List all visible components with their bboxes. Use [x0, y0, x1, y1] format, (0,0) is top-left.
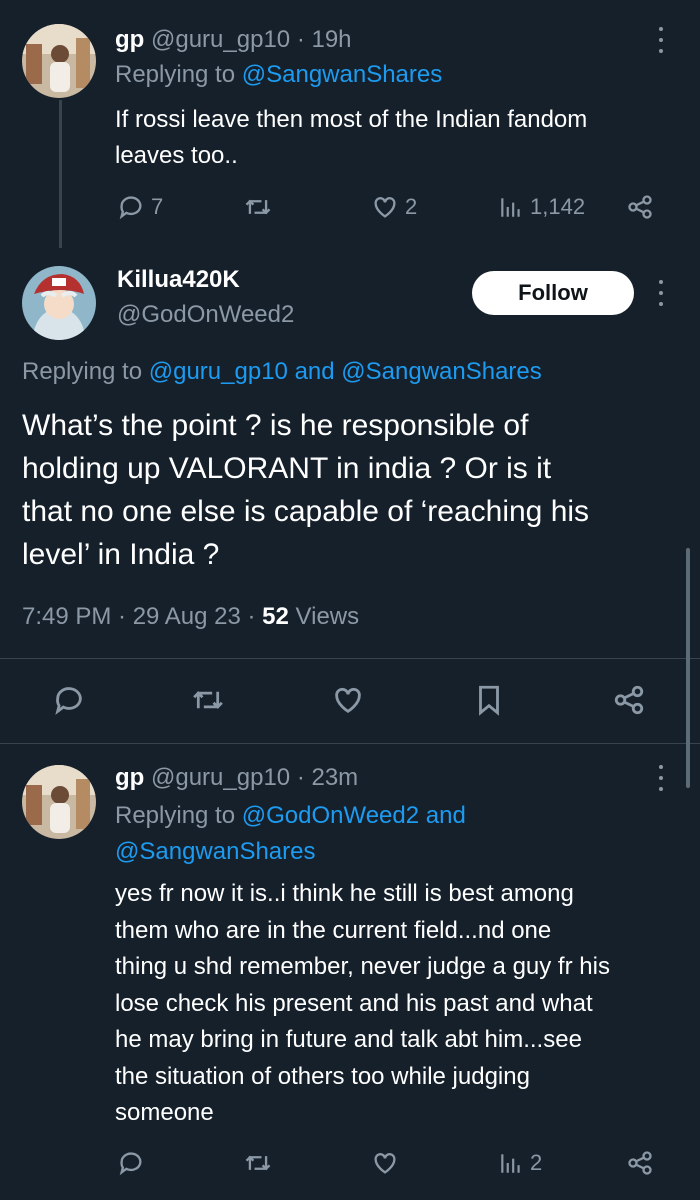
mention-link[interactable]: @SangwanShares — [115, 838, 315, 865]
divider — [0, 743, 700, 744]
mention-link[interactable]: @SangwanShares — [242, 61, 442, 88]
views-icon — [501, 198, 520, 217]
replying-to: Replying to @guru_gp10 and @SangwanShare… — [22, 358, 542, 386]
tweet-text-line: yes fr now it is..i think he still is be… — [115, 880, 574, 907]
scrollbar[interactable] — [686, 548, 690, 788]
mention-link[interactable]: @SangwanShares — [341, 358, 541, 385]
replying-label: Replying to — [22, 358, 143, 385]
like-button[interactable] — [331, 683, 365, 717]
reply-icon — [55, 687, 82, 715]
share-button[interactable] — [612, 683, 646, 717]
replying-to: Replying to @SangwanShares — [115, 61, 442, 89]
tweet-header: gp @guru_gp10 · 23m — [115, 764, 358, 792]
bookmark-button[interactable] — [472, 683, 506, 717]
retweet-button[interactable] — [243, 1149, 273, 1177]
views-icon — [501, 1154, 520, 1173]
like-icon — [335, 687, 361, 714]
avatar-gp[interactable] — [22, 24, 96, 98]
views-label: Views — [295, 603, 360, 630]
tweet-text-line: What’s the point ? is he responsible of — [22, 409, 529, 442]
tweet-meta: 7:49 PM · 29 Aug 23 · 52 Views — [22, 603, 359, 631]
mention-and[interactable]: and — [295, 358, 335, 385]
more-icon[interactable] — [657, 765, 665, 791]
tweet-text-line: If rossi leave then most of the Indian f… — [115, 106, 588, 133]
tweet-text-line: someone — [115, 1099, 214, 1126]
avatar-killua[interactable] — [22, 266, 96, 340]
share-icon — [614, 685, 644, 715]
reply-button[interactable] — [117, 1149, 145, 1177]
mention-and[interactable]: and — [426, 802, 466, 829]
reply-icon — [119, 196, 142, 220]
display-name[interactable]: Killua420K — [117, 266, 240, 294]
user-handle[interactable]: @guru_gp10 — [151, 764, 290, 791]
views-count: 52 — [262, 603, 289, 630]
replying-label: Replying to — [115, 61, 236, 88]
display-name[interactable]: gp — [115, 26, 144, 53]
tweet-text: yes fr now it is..i think he still is be… — [115, 876, 610, 1132]
thread-line — [59, 100, 62, 248]
views-count: 2 — [530, 1150, 543, 1175]
more-icon[interactable] — [657, 280, 665, 306]
tweet-timestamp[interactable]: 7:49 PM · 29 Aug 23 · — [22, 603, 255, 630]
tweet-text-line: them who are in the current field...nd o… — [115, 916, 552, 944]
like-icon — [374, 1153, 396, 1174]
share-button[interactable] — [626, 1149, 654, 1177]
share-icon — [628, 1151, 652, 1175]
like-button[interactable]: 2 — [371, 193, 417, 221]
timestamp[interactable]: · 19h — [297, 26, 352, 53]
like-count: 2 — [405, 194, 418, 219]
timestamp[interactable]: · 23m — [297, 764, 358, 791]
share-icon — [628, 195, 652, 219]
tweet-text-line: that no one else is capable of ‘reaching… — [22, 495, 590, 528]
tweet-text: If rossi leave then most of the Indian f… — [115, 102, 587, 174]
reply-count: 7 — [151, 194, 164, 219]
tweet-text-line: he may bring in future and talk abt him.… — [115, 1026, 582, 1053]
retweet-button[interactable] — [243, 193, 273, 221]
like-icon — [374, 197, 396, 218]
mention-link[interactable]: @guru_gp10 — [149, 358, 288, 385]
retweet-icon — [245, 1155, 271, 1171]
tweet-header: gp @guru_gp10 · 19h — [115, 26, 352, 54]
views-button[interactable]: 2 — [498, 1149, 542, 1177]
bookmark-icon — [479, 685, 499, 716]
tweet-text-line: holding up VALORANT in india ? Or is it — [22, 452, 552, 485]
reply-button[interactable] — [52, 683, 86, 717]
tweet-text: What’s the point ? is he responsible of … — [22, 404, 589, 576]
display-name[interactable]: gp — [115, 764, 144, 791]
tweet-text-line: lose check his present and his past and … — [115, 989, 593, 1017]
more-icon[interactable] — [657, 27, 665, 53]
tweet-text-line: thing u shd remember, never judge a guy … — [115, 953, 610, 980]
views-count: 1,142 — [530, 194, 586, 219]
retweet-button[interactable] — [190, 683, 226, 717]
tweet-text-line: leaves too.. — [115, 142, 238, 169]
user-handle[interactable]: @guru_gp10 — [151, 26, 290, 53]
replying-label: Replying to — [115, 802, 236, 829]
share-button[interactable] — [626, 193, 654, 221]
replying-to: Replying to @GodOnWeed2 and @SangwanShar… — [115, 798, 675, 870]
reply-icon — [119, 1152, 142, 1176]
retweet-icon — [245, 199, 271, 215]
mention-link[interactable]: @GodOnWeed2 — [242, 802, 419, 829]
tweet-text-line: the situation of others too while judgin… — [115, 1062, 530, 1090]
divider — [0, 658, 700, 659]
follow-button[interactable]: Follow — [472, 271, 634, 315]
views-button[interactable]: 1,142 — [498, 193, 585, 221]
avatar-gp[interactable] — [22, 765, 96, 839]
retweet-icon — [193, 691, 223, 709]
tweet-text-line: level’ in India ? — [22, 538, 220, 571]
reply-button[interactable]: 7 — [117, 193, 163, 221]
like-button[interactable] — [371, 1149, 399, 1177]
user-handle[interactable]: @GodOnWeed2 — [117, 301, 294, 329]
